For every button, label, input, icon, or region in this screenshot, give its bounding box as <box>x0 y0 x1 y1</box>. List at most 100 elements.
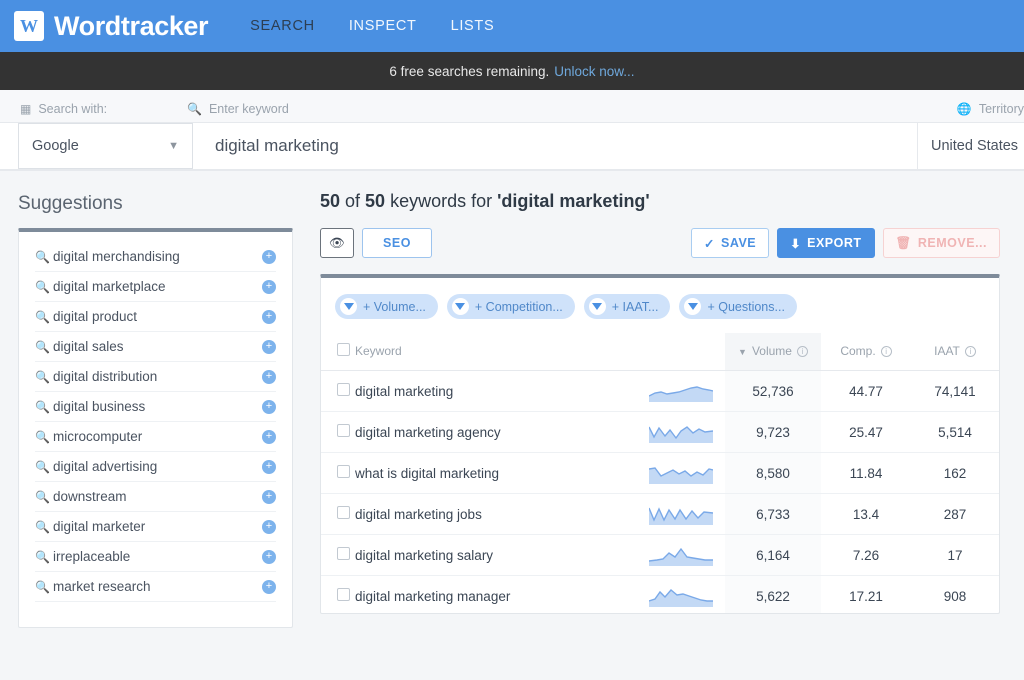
filter-chip[interactable]: + IAAT... <box>583 294 671 319</box>
brand-logo[interactable]: W Wordtracker <box>14 10 209 42</box>
comp-info-icon[interactable]: i <box>880 346 892 357</box>
iaat-cell: 908 <box>911 575 999 613</box>
filter-chip-label: + Volume... <box>363 299 426 314</box>
results-count: 50 <box>320 191 341 211</box>
filter-chip[interactable]: + Questions... <box>679 294 797 319</box>
suggestion-label: digital business <box>53 399 146 414</box>
suggestion-item[interactable]: 🔍 digital advertising + <box>35 452 276 482</box>
suggestion-item[interactable]: 🔍 digital distribution + <box>35 362 276 392</box>
add-suggestion-icon[interactable]: + <box>262 459 276 474</box>
save-button[interactable]: ✓ SAVE <box>691 228 770 258</box>
trend-sparkline-cell <box>649 411 725 453</box>
suggestion-item[interactable]: 🔍 downstream + <box>35 482 276 512</box>
table-row[interactable]: digital marketing salary 6,164 7.26 17 <box>321 534 999 576</box>
comp-header[interactable]: Comp. i <box>821 333 911 371</box>
keyword-cell: digital marketing jobs <box>355 493 649 535</box>
add-suggestion-icon[interactable]: + <box>262 429 276 444</box>
volume-cell: 9,723 <box>725 411 821 453</box>
suggestion-item[interactable]: 🔍 digital merchandising + <box>35 242 276 272</box>
filter-chip[interactable]: + Competition... <box>446 294 575 319</box>
wordtracker-logo-icon: W <box>14 11 44 41</box>
suggestion-item[interactable]: 🔍 digital sales + <box>35 332 276 362</box>
remove-button[interactable]: 🗑 REMOVE... <box>882 228 1000 258</box>
add-suggestion-icon[interactable]: + <box>262 279 276 294</box>
add-suggestion-icon[interactable]: + <box>262 369 276 384</box>
row-checkbox[interactable] <box>337 465 350 478</box>
keyword-input[interactable]: digital marketing <box>193 123 918 169</box>
export-button[interactable]: ⬇ EXPORT <box>777 228 875 258</box>
add-suggestion-icon[interactable]: + <box>262 249 276 264</box>
unlock-now-link[interactable]: Unlock now... <box>554 64 634 79</box>
search-engine-select[interactable]: Google ▼ <box>18 123 193 169</box>
nav-links: SEARCH INSPECT LISTS <box>248 12 496 40</box>
suggestion-item[interactable]: 🔍 irreplaceable + <box>35 542 276 572</box>
comp-cell: 44.77 <box>821 370 911 412</box>
territory-select[interactable]: United States <box>918 123 1024 169</box>
keyword-cell: digital marketing agency <box>355 411 649 453</box>
row-select-cell <box>321 370 355 412</box>
suggestion-label: irreplaceable <box>53 549 131 564</box>
add-suggestion-icon[interactable]: + <box>262 519 276 534</box>
search-icon: 🔍 <box>35 519 50 534</box>
download-icon: ⬇ <box>790 236 802 251</box>
top-navigation-bar: W Wordtracker SEARCH INSPECT LISTS <box>0 0 1024 52</box>
iaat-cell: 74,141 <box>911 370 999 412</box>
iaat-cell: 17 <box>911 534 999 576</box>
add-suggestion-icon[interactable]: + <box>262 489 276 504</box>
suggestions-panel: 🔍 digital merchandising + 🔍 digital marketpl… <box>18 228 293 628</box>
brand-name: Wordtracker <box>54 10 209 41</box>
export-button-label: EXPORT <box>807 236 862 250</box>
funnel-icon <box>451 298 469 315</box>
territory-label-group: 🌐 Territory <box>945 102 1024 116</box>
table-row[interactable]: what is digital marketing 8,580 11.84 162 <box>321 452 999 494</box>
keyword-input-value: digital marketing <box>215 136 339 155</box>
row-checkbox[interactable] <box>337 588 350 601</box>
add-suggestion-icon[interactable]: + <box>262 399 276 414</box>
add-suggestion-icon[interactable]: + <box>262 579 276 594</box>
iaat-cell: 287 <box>911 493 999 535</box>
nav-link-search[interactable]: SEARCH <box>248 12 317 40</box>
suggestion-item[interactable]: 🔍 microcomputer + <box>35 422 276 452</box>
row-checkbox[interactable] <box>337 506 350 519</box>
seo-tab-button[interactable]: SEO <box>362 228 432 258</box>
table-row[interactable]: digital marketing 52,736 44.77 74,141 <box>321 370 999 412</box>
iaat-info-icon[interactable]: i <box>964 346 976 357</box>
row-checkbox[interactable] <box>337 383 350 396</box>
filter-chip-label: + Competition... <box>474 299 563 314</box>
suggestion-item[interactable]: 🔍 digital product + <box>35 302 276 332</box>
table-row[interactable]: digital marketing manager 5,622 17.21 908 <box>321 575 999 613</box>
row-checkbox[interactable] <box>337 424 350 437</box>
suggestion-item[interactable]: 🔍 digital marketplace + <box>35 272 276 302</box>
add-suggestion-icon[interactable]: + <box>262 339 276 354</box>
table-row[interactable]: digital marketing agency 9,723 25.47 5,514 <box>321 411 999 453</box>
volume-header[interactable]: ▼ Volume i <box>725 333 821 371</box>
save-button-label: SAVE <box>721 236 757 250</box>
filter-chip-label: + IAAT... <box>611 299 659 314</box>
keyword-cell: digital marketing salary <box>355 534 649 576</box>
filter-chip[interactable]: + Volume... <box>335 294 438 319</box>
volume-header-label: Volume <box>751 344 792 358</box>
suggestion-item[interactable]: 🔍 digital business + <box>35 392 276 422</box>
select-all-checkbox[interactable] <box>337 343 350 356</box>
iaat-header[interactable]: IAAT i <box>911 333 999 371</box>
nav-link-inspect[interactable]: INSPECT <box>347 12 419 40</box>
nav-link-lists[interactable]: LISTS <box>449 12 497 40</box>
row-checkbox[interactable] <box>337 547 350 560</box>
volume-info-icon[interactable]: i <box>796 346 808 357</box>
add-suggestion-icon[interactable]: + <box>262 309 276 324</box>
suggestion-label: digital merchandising <box>53 249 180 264</box>
search-icon: 🔍 <box>35 309 50 324</box>
comp-cell: 11.84 <box>821 452 911 494</box>
add-suggestion-icon[interactable]: + <box>262 549 276 564</box>
table-row[interactable]: digital marketing jobs 6,733 13.4 287 <box>321 493 999 535</box>
search-with-label: Search with: <box>38 102 108 116</box>
trend-sparkline-cell <box>649 370 725 412</box>
filter-chip-label: + Questions... <box>707 299 785 314</box>
keyword-header[interactable]: Keyword <box>355 333 649 371</box>
suggestion-label: digital advertising <box>53 459 158 474</box>
keyword-cell: digital marketing manager <box>355 575 649 613</box>
suggestion-item[interactable]: 🔍 digital marketer + <box>35 512 276 542</box>
suggestion-item[interactable]: 🔍 market research + <box>35 572 276 602</box>
preview-toggle-button[interactable]: 👁 <box>320 228 354 258</box>
search-field-labels: ▦ Search with: 🔍 Enter keyword 🌐 Territo… <box>0 90 1024 122</box>
